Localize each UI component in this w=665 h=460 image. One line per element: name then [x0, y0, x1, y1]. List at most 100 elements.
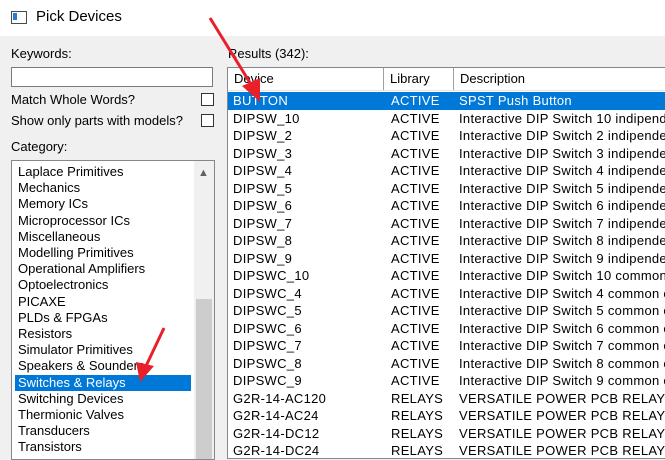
- category-list[interactable]: ▲ Laplace Primitives Mechanics Memory ICs M…: [11, 160, 215, 460]
- library-cell: ACTIVE: [391, 303, 440, 318]
- category-item[interactable]: Speakers & Sounders: [15, 358, 147, 374]
- library-cell: ACTIVE: [391, 93, 440, 108]
- description-cell: Interactive DIP Switch 5 indipender: [459, 180, 665, 196]
- result-row[interactable]: DIPSWC_7 ACTIVE Interactive DIP Switch 7 c…: [228, 337, 665, 355]
- results-grid[interactable]: Device Library Description BUTTON ACTIVE S…: [227, 67, 665, 459]
- description-cell: Interactive DIP Switch 8 indipender: [459, 233, 665, 248]
- category-item[interactable]: Transistors: [15, 439, 85, 455]
- description-cell: Interactive DIP Switch 4 indipender: [459, 163, 665, 178]
- device-cell: DIPSW_2: [233, 128, 293, 143]
- device-cell: G2R-14-DC12: [233, 425, 320, 441]
- category-item[interactable]: Miscellaneous: [15, 229, 103, 245]
- category-item[interactable]: PLDs & FPGAs: [15, 310, 111, 326]
- device-cell: DIPSW_6: [233, 198, 293, 213]
- description-cell: Interactive DIP Switch 6 common e: [459, 320, 665, 336]
- result-row[interactable]: G2R-14-DC24 RELAYS VERSATILE POWER PCB REL…: [228, 442, 665, 458]
- category-item[interactable]: Transducers: [15, 423, 93, 439]
- category-item[interactable]: Thermionic Valves: [15, 407, 127, 423]
- category-item[interactable]: PICAXE: [15, 294, 69, 310]
- library-cell: ACTIVE: [391, 373, 440, 388]
- library-cell: ACTIVE: [391, 355, 440, 371]
- category-item[interactable]: Switches & Relays: [15, 374, 191, 391]
- column-header-device[interactable]: Device: [228, 68, 384, 90]
- library-cell: ACTIVE: [391, 198, 440, 213]
- keywords-label: Keywords:: [11, 46, 72, 61]
- description-cell: VERSATILE POWER PCB RELAY: [459, 425, 665, 441]
- result-row[interactable]: DIPSWC_6 ACTIVE Interactive DIP Switch 6 c…: [228, 320, 665, 338]
- category-item[interactable]: Laplace Primitives: [15, 164, 127, 180]
- result-row[interactable]: DIPSW_6 ACTIVE Interactive DIP Switch 6 in…: [228, 197, 665, 215]
- device-cell: BUTTON: [233, 93, 289, 108]
- device-cell: DIPSW_10: [233, 110, 300, 126]
- device-cell: DIPSWC_8: [233, 355, 302, 371]
- description-cell: Interactive DIP Switch 7 common e: [459, 338, 665, 353]
- result-row[interactable]: DIPSWC_9 ACTIVE Interactive DIP Switch 9 c…: [228, 372, 665, 390]
- description-cell: Interactive DIP Switch 7 indipender: [459, 215, 665, 231]
- result-row[interactable]: BUTTON ACTIVE SPST Push Button: [228, 92, 665, 110]
- result-row[interactable]: DIPSW_7 ACTIVE Interactive DIP Switch 7 in…: [228, 215, 665, 233]
- library-cell: RELAYS: [391, 390, 444, 406]
- category-item[interactable]: Microprocessor ICs: [15, 213, 133, 229]
- result-row[interactable]: G2R-14-DC12 RELAYS VERSATILE POWER PCB REL…: [228, 425, 665, 443]
- description-cell: Interactive DIP Switch 8 common e: [459, 355, 665, 371]
- scroll-up-icon[interactable]: ▲: [198, 167, 209, 179]
- library-cell: ACTIVE: [391, 110, 440, 126]
- device-cell: DIPSWC_10: [233, 268, 310, 283]
- result-row[interactable]: DIPSWC_5 ACTIVE Interactive DIP Switch 5 c…: [228, 302, 665, 320]
- category-item[interactable]: Switching Devices: [15, 391, 127, 407]
- device-cell: G2R-14-DC24: [233, 443, 320, 458]
- description-cell: Interactive DIP Switch 6 indipender: [459, 198, 665, 213]
- device-cell: DIPSW_5: [233, 180, 293, 196]
- result-row[interactable]: DIPSW_3 ACTIVE Interactive DIP Switch 3 in…: [228, 145, 665, 163]
- column-header-description[interactable]: Description: [454, 68, 665, 90]
- match-whole-words-checkbox[interactable]: [201, 93, 214, 106]
- description-cell: VERSATILE POWER PCB RELAY: [459, 408, 665, 423]
- category-item[interactable]: Mechanics: [15, 180, 83, 196]
- result-row[interactable]: DIPSW_9 ACTIVE Interactive DIP Switch 9 in…: [228, 250, 665, 268]
- device-cell: DIPSWC_7: [233, 338, 302, 353]
- description-cell: Interactive DIP Switch 2 indipender: [459, 128, 665, 143]
- library-cell: RELAYS: [391, 408, 444, 423]
- result-row[interactable]: DIPSW_8 ACTIVE Interactive DIP Switch 8 in…: [228, 232, 665, 250]
- result-row[interactable]: DIPSWC_10 ACTIVE Interactive DIP Switch 10…: [228, 267, 665, 285]
- result-row[interactable]: DIPSW_4 ACTIVE Interactive DIP Switch 4 in…: [228, 162, 665, 180]
- description-cell: Interactive DIP Switch 4 common e: [459, 285, 665, 301]
- category-label: Category:: [11, 139, 68, 154]
- description-cell: Interactive DIP Switch 9 common e: [459, 373, 665, 388]
- category-item[interactable]: Simulator Primitives: [15, 342, 136, 358]
- title-bar: Pick Devices: [0, 0, 665, 36]
- library-cell: ACTIVE: [391, 128, 440, 143]
- category-scroll-thumb[interactable]: [196, 299, 212, 459]
- category-item[interactable]: Operational Amplifiers: [15, 261, 148, 277]
- device-cell: DIPSWC_4: [233, 285, 302, 301]
- result-row[interactable]: DIPSW_10 ACTIVE Interactive DIP Switch 10 …: [228, 110, 665, 128]
- category-scrollbar[interactable]: ▲: [194, 161, 214, 459]
- library-cell: ACTIVE: [391, 320, 440, 336]
- library-cell: ACTIVE: [391, 233, 440, 248]
- description-cell: VERSATILE POWER PCB RELAY: [459, 443, 665, 458]
- keywords-input[interactable]: [11, 67, 213, 87]
- result-row[interactable]: DIPSWC_8 ACTIVE Interactive DIP Switch 8 c…: [228, 355, 665, 373]
- description-cell: Interactive DIP Switch 10 indipend: [459, 110, 665, 126]
- device-cell: DIPSW_8: [233, 233, 293, 248]
- library-cell: ACTIVE: [391, 285, 440, 301]
- result-row[interactable]: DIPSW_5 ACTIVE Interactive DIP Switch 5 in…: [228, 180, 665, 198]
- description-cell: Interactive DIP Switch 10 common: [459, 268, 665, 283]
- result-row[interactable]: DIPSWC_4 ACTIVE Interactive DIP Switch 4 c…: [228, 285, 665, 303]
- device-cell: DIPSWC_5: [233, 303, 302, 318]
- library-cell: ACTIVE: [391, 268, 440, 283]
- description-cell: Interactive DIP Switch 5 common e: [459, 303, 665, 318]
- category-item[interactable]: Resistors: [15, 326, 75, 342]
- category-item[interactable]: Memory ICs: [15, 196, 91, 212]
- description-cell: VERSATILE POWER PCB RELAY: [459, 390, 665, 406]
- category-item[interactable]: Optoelectronics: [15, 277, 111, 293]
- device-cell: DIPSW_3: [233, 145, 293, 161]
- show-models-checkbox[interactable]: [201, 114, 214, 127]
- device-cell: DIPSW_7: [233, 215, 293, 231]
- result-row[interactable]: G2R-14-AC24 RELAYS VERSATILE POWER PCB REL…: [228, 407, 665, 425]
- category-item[interactable]: Modelling Primitives: [15, 245, 137, 261]
- result-row[interactable]: G2R-14-AC120 RELAYS VERSATILE POWER PCB RE…: [228, 390, 665, 408]
- library-cell: RELAYS: [391, 443, 444, 458]
- result-row[interactable]: DIPSW_2 ACTIVE Interactive DIP Switch 2 in…: [228, 127, 665, 145]
- column-header-library[interactable]: Library: [384, 68, 454, 90]
